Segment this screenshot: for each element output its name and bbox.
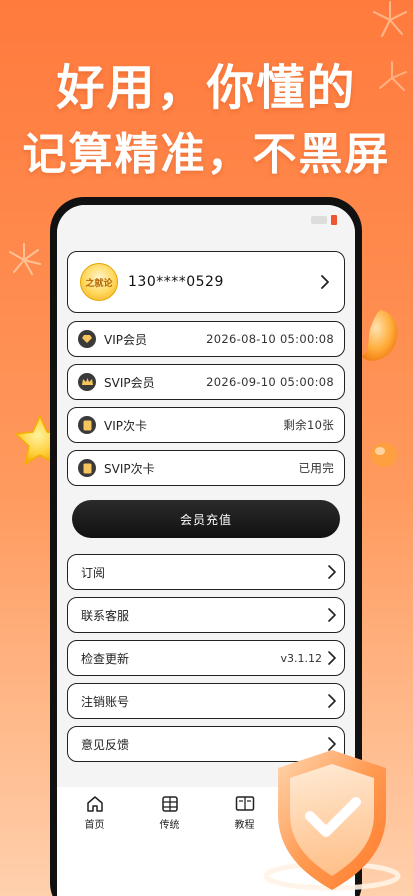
recharge-button[interactable]: 会员充值 — [72, 500, 340, 538]
signal-icon — [311, 216, 327, 224]
home-icon — [86, 796, 103, 812]
menu-label: 注销账号 — [81, 694, 130, 709]
avatar: 之就论 — [80, 263, 118, 301]
menu-item-check-update[interactable]: 检查更新 v3.1.12 — [67, 640, 345, 676]
membership-value: 2026-08-10 05:00:08 — [206, 332, 334, 346]
membership-row-vip[interactable]: VIP会员 2026-08-10 05:00:08 — [67, 321, 345, 357]
firework-decoration-right — [379, 61, 407, 91]
membership-row-svip[interactable]: SVIP会员 2026-09-10 05:00:08 — [67, 364, 345, 400]
firework-decoration-top-right — [373, 1, 407, 37]
headline-line-1: 好用，你懂的 — [56, 60, 357, 116]
card-icon — [78, 459, 96, 477]
chevron-right-icon — [328, 608, 336, 622]
version-value: v3.1.12 — [280, 651, 323, 665]
chevron-right-icon — [328, 694, 336, 708]
membership-label: VIP次卡 — [104, 418, 147, 433]
crown-icon — [78, 373, 96, 391]
menu-item-delete-account[interactable]: 注销账号 — [67, 683, 345, 719]
card-icon — [78, 416, 96, 434]
menu-label: 检查更新 — [81, 651, 130, 666]
headline-line-2: 记算精准，不黑屏 — [22, 129, 391, 180]
membership-value: 已用完 — [298, 461, 334, 475]
avatar-text: 之就论 — [85, 278, 113, 289]
menu-item-contact-support[interactable]: 联系客服 — [67, 597, 345, 633]
status-time: 17:00 — [83, 213, 118, 227]
status-bar: 17:00 — [57, 205, 355, 235]
membership-value: 2026-09-10 05:00:08 — [206, 375, 334, 389]
tab-label: 教程 — [234, 820, 255, 831]
tab-traditional[interactable]: 传统 — [132, 795, 207, 896]
tab-home[interactable]: 首页 — [57, 795, 132, 896]
profile-card[interactable]: 之就论 130****0529 — [67, 251, 345, 313]
chevron-right-icon — [328, 565, 336, 579]
menu-item-subscribe[interactable]: 订阅 — [67, 554, 345, 590]
membership-label: VIP会员 — [104, 332, 147, 347]
diamond-icon — [78, 330, 96, 348]
tab-label: 传统 — [159, 820, 180, 831]
membership-row-vip-card[interactable]: VIP次卡 剩余10张 — [67, 407, 345, 443]
chevron-right-icon — [328, 651, 336, 665]
menu-label: 订阅 — [81, 565, 106, 580]
firework-decoration-left — [9, 243, 41, 275]
tab-label: 首页 — [84, 820, 105, 831]
battery-icon — [331, 215, 337, 225]
grid-icon — [161, 796, 178, 812]
orange-drop-decoration — [362, 310, 398, 361]
membership-value: 剩余10张 — [283, 418, 334, 432]
membership-row-svip-card[interactable]: SVIP次卡 已用完 — [67, 450, 345, 486]
shield-check-icon — [263, 750, 401, 891]
orange-ball-decoration — [371, 443, 397, 467]
phone-number: 130****0529 — [128, 274, 224, 290]
book-icon — [235, 796, 254, 811]
membership-label: SVIP次卡 — [104, 461, 155, 476]
menu-label: 联系客服 — [81, 608, 130, 623]
chevron-right-icon — [318, 275, 332, 289]
membership-label: SVIP会员 — [104, 375, 155, 390]
